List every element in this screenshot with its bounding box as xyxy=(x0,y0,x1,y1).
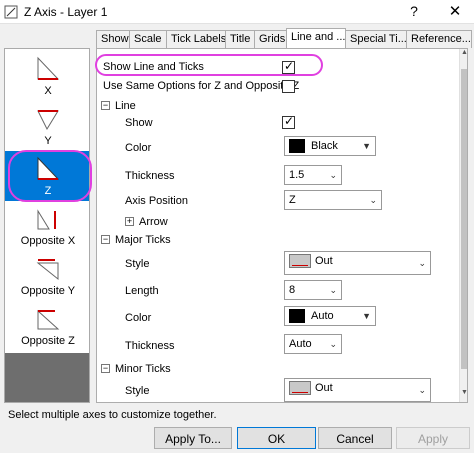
color-swatch xyxy=(289,309,305,323)
tab-special-ticks[interactable]: Special Ti... xyxy=(345,30,407,48)
opposite-y-axis-icon xyxy=(36,259,59,281)
minor-style-value: Out xyxy=(315,382,333,394)
title-bar: Z Axis - Layer 1 ? ✕ xyxy=(0,0,474,24)
show-line-ticks-label: Show Line and Ticks xyxy=(103,61,204,73)
x-axis-icon xyxy=(37,56,60,80)
major-color-label: Color xyxy=(125,312,152,324)
line-thickness-label: Thickness xyxy=(125,170,175,182)
dropdown-arrow-icon: ▼ xyxy=(362,311,371,321)
collapse-minor-ticks-icon[interactable]: − xyxy=(101,364,110,373)
line-color-value: Black xyxy=(311,140,338,152)
minor-ticks-label: Minor Ticks xyxy=(115,363,171,375)
app-icon xyxy=(4,5,18,19)
tab-show[interactable]: Show xyxy=(96,30,130,48)
tick-style-swatch xyxy=(289,254,311,268)
axis-item-y[interactable]: Y xyxy=(5,101,89,151)
axis-position-select[interactable]: Z ⌄ xyxy=(284,190,382,210)
tab-bar: Show Scale Tick Labels Title Grids Line … xyxy=(96,28,472,49)
scroll-thumb[interactable] xyxy=(461,69,467,369)
status-text: Select multiple axes to customize togeth… xyxy=(8,409,217,421)
axis-item-x[interactable]: X xyxy=(5,51,89,101)
axis-item-opposite-x[interactable]: Opposite X xyxy=(5,201,89,251)
tick-marks-icon xyxy=(292,263,308,266)
check-icon: ✓ xyxy=(284,59,295,73)
axis-label: Opposite Z xyxy=(21,335,75,347)
show-line-ticks-checkbox[interactable]: ✓ xyxy=(282,59,295,74)
axis-position-value: Z xyxy=(289,194,296,206)
vertical-scrollbar[interactable]: ▲ ▼ xyxy=(459,49,467,402)
major-thickness-select[interactable]: Auto ⌄ xyxy=(284,334,342,354)
chevron-down-icon: ⌄ xyxy=(369,195,377,205)
y-axis-icon xyxy=(37,110,59,131)
chevron-down-icon: ⌄ xyxy=(418,385,426,395)
z-axis-icon xyxy=(37,156,60,180)
chevron-down-icon: ⌄ xyxy=(329,170,337,180)
axis-position-label: Axis Position xyxy=(125,195,188,207)
collapse-line-icon[interactable]: − xyxy=(101,101,110,110)
scroll-down-icon[interactable]: ▼ xyxy=(460,389,467,401)
axis-item-z[interactable]: Z xyxy=(5,151,89,201)
arrow-group-label: Arrow xyxy=(139,216,168,228)
major-style-select[interactable]: Out ⌄ xyxy=(284,251,431,275)
axis-label: X xyxy=(44,85,52,97)
major-style-label: Style xyxy=(125,258,150,270)
major-color-value: Auto xyxy=(311,310,334,322)
tab-content-panel: Show Line and Ticks ✓ Use Same Options f… xyxy=(96,48,468,403)
opposite-z-axis-icon xyxy=(37,309,60,330)
line-thickness-select[interactable]: 1.5 ⌄ xyxy=(284,165,342,185)
line-color-select[interactable]: Black ▼ xyxy=(284,136,376,156)
apply-button[interactable]: Apply xyxy=(396,427,470,449)
scroll-up-icon[interactable]: ▲ xyxy=(460,49,467,61)
major-color-select[interactable]: Auto ▼ xyxy=(284,306,376,326)
axis-item-opposite-y[interactable]: Opposite Y xyxy=(5,251,89,301)
line-thickness-value: 1.5 xyxy=(289,169,305,181)
tab-scale[interactable]: Scale xyxy=(129,30,167,48)
minor-style-select[interactable]: Out ⌄ xyxy=(284,378,431,402)
chevron-down-icon: ⌄ xyxy=(329,285,337,295)
chevron-down-icon: ⌄ xyxy=(329,339,337,349)
axis-label: Opposite Y xyxy=(20,285,76,297)
expand-arrow-icon[interactable]: + xyxy=(125,217,134,226)
axis-item-opposite-z[interactable]: Opposite Z xyxy=(5,301,89,351)
axis-label: Z xyxy=(44,185,52,197)
line-group-label: Line xyxy=(115,100,136,112)
same-options-label: Use Same Options for Z and Opposite Z xyxy=(103,80,300,92)
apply-to-button[interactable]: Apply To... xyxy=(154,427,232,449)
chevron-down-icon: ⌄ xyxy=(418,258,426,268)
tab-reference[interactable]: Reference... xyxy=(406,30,472,48)
axis-list: X Y Z Opposite X Opposite Y Opposite Z xyxy=(4,48,90,403)
axis-list-empty-area xyxy=(5,353,89,402)
same-options-checkbox[interactable] xyxy=(282,80,295,93)
collapse-major-ticks-icon[interactable]: − xyxy=(101,235,110,244)
major-length-select[interactable]: 8 ⌄ xyxy=(284,280,342,300)
check-icon: ✓ xyxy=(284,114,295,128)
major-thickness-value: Auto xyxy=(289,338,312,350)
tab-title[interactable]: Title xyxy=(225,30,255,48)
tab-grids[interactable]: Grids xyxy=(254,30,287,48)
dropdown-arrow-icon: ▼ xyxy=(362,141,371,151)
cancel-button[interactable]: Cancel xyxy=(318,427,392,449)
line-show-checkbox[interactable]: ✓ xyxy=(282,114,295,129)
tab-line-and-ticks[interactable]: Line and ... xyxy=(286,28,346,49)
line-show-label: Show xyxy=(125,117,153,129)
axis-label: Y xyxy=(44,135,52,147)
line-color-label: Color xyxy=(125,142,152,154)
tick-marks-icon xyxy=(292,390,308,393)
major-length-label: Length xyxy=(125,285,159,297)
major-style-value: Out xyxy=(315,255,333,267)
close-button[interactable]: ✕ xyxy=(444,2,466,22)
tab-tick-labels[interactable]: Tick Labels xyxy=(166,30,226,48)
opposite-x-axis-icon xyxy=(37,209,56,230)
minor-style-label: Style xyxy=(125,385,150,397)
axis-label: Opposite X xyxy=(20,235,76,247)
tick-style-swatch xyxy=(289,381,311,395)
major-length-value: 8 xyxy=(289,284,296,296)
ok-button[interactable]: OK xyxy=(237,427,316,449)
major-thickness-label: Thickness xyxy=(125,340,175,352)
major-ticks-label: Major Ticks xyxy=(115,234,171,246)
window-title: Z Axis - Layer 1 xyxy=(24,5,108,19)
help-button[interactable]: ? xyxy=(404,3,424,21)
color-swatch xyxy=(289,139,305,153)
